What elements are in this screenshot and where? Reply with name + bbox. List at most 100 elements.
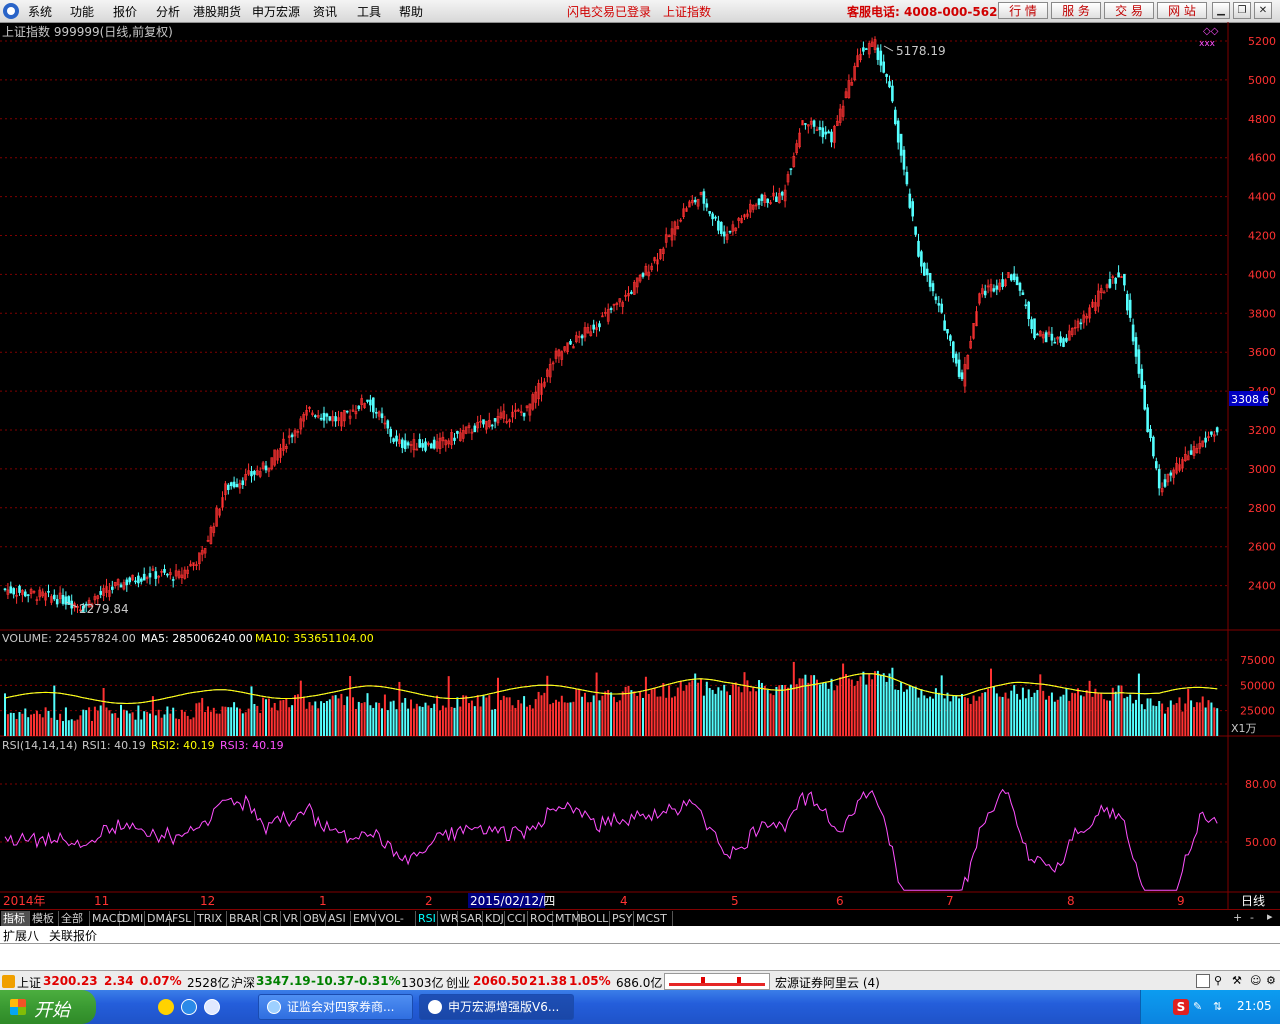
menu-news[interactable]: 资讯: [313, 3, 337, 20]
tab-sar[interactable]: SAR: [458, 911, 483, 926]
candle-body: [290, 434, 294, 438]
candle-body: [885, 74, 888, 77]
volume-bar: [172, 707, 175, 736]
signal-icon[interactable]: ⚲: [1214, 974, 1222, 987]
menu-hk-futures[interactable]: 港股期货: [193, 3, 241, 20]
tab-kdj[interactable]: KDJ: [483, 911, 505, 926]
tab-模板[interactable]: 模板: [30, 911, 59, 926]
tab-fsl[interactable]: FSL: [170, 911, 195, 926]
tab-mcst[interactable]: MCST: [634, 911, 673, 926]
tab-cci[interactable]: CCI: [505, 911, 528, 926]
volume-bar: [943, 698, 946, 736]
menu-analysis[interactable]: 分析: [156, 3, 180, 20]
tab-roc[interactable]: ROC: [528, 911, 554, 926]
price-tick-label: 2400: [1248, 580, 1276, 593]
tab-vr[interactable]: VR: [281, 911, 301, 926]
hs-amount: 1303亿: [401, 976, 444, 990]
trade-button[interactable]: 交 易: [1104, 2, 1154, 19]
candle-body: [862, 47, 865, 52]
tab-emv[interactable]: EMV: [351, 911, 377, 926]
volume-bar: [708, 688, 711, 736]
user-icon[interactable]: ☺: [1250, 974, 1261, 987]
settings-icon[interactable]: ⚙: [1266, 974, 1276, 987]
cy-price: 2060.50: [473, 974, 528, 988]
restore-icon[interactable]: ❐: [1233, 2, 1251, 19]
volume-bar: [908, 685, 911, 736]
candle-body: [1189, 450, 1193, 455]
quicklaunch-icon[interactable]: [158, 999, 174, 1015]
volume-bar: [1149, 698, 1152, 736]
subtab-related-quote[interactable]: 关联报价: [49, 927, 97, 944]
candle-body: [827, 131, 830, 134]
tab-boll[interactable]: BOLL: [578, 911, 610, 926]
menu-swhy[interactable]: 申万宏源: [252, 3, 300, 20]
login-status: 闪电交易已登录: [567, 5, 652, 19]
candle-body: [818, 127, 822, 130]
volume-bar: [642, 697, 644, 736]
sogou-ime-icon[interactable]: S: [1173, 999, 1189, 1015]
plus-icon[interactable]: +: [1233, 911, 1242, 924]
volume-bar: [1091, 696, 1094, 736]
price-tick-label: 3200: [1248, 424, 1276, 437]
tab-dmi[interactable]: DMI: [120, 911, 145, 926]
volume-bar: [120, 704, 122, 736]
candle-body: [389, 428, 393, 437]
website-button[interactable]: 网 站: [1157, 2, 1207, 19]
minus-icon[interactable]: -: [1250, 911, 1254, 924]
tab-cr[interactable]: CR: [261, 911, 281, 926]
menu-help[interactable]: 帮助: [399, 3, 423, 20]
price-tick-label: 2600: [1248, 541, 1276, 554]
tab-mtm[interactable]: MTM: [553, 911, 581, 926]
max-price-pointer: [883, 45, 894, 52]
tab-obv[interactable]: OBV: [301, 911, 326, 926]
volume-bar: [383, 694, 386, 736]
tab-trix[interactable]: TRIX: [195, 911, 227, 926]
window-icon[interactable]: [1196, 974, 1210, 988]
tab-dma[interactable]: DMA: [145, 911, 173, 926]
tab-brar[interactable]: BRAR: [227, 911, 261, 926]
candle-body: [899, 133, 903, 156]
volume-bar: [372, 707, 375, 736]
network-icon[interactable]: ⇅: [1213, 1000, 1227, 1014]
volume-bar: [697, 682, 700, 736]
volume-bar: [566, 702, 569, 736]
tab-指标[interactable]: 指标: [1, 911, 30, 926]
price-tick-label: 5000: [1248, 74, 1276, 87]
task-news[interactable]: 证监会对四家券商...: [258, 994, 413, 1020]
rsi-line: [4, 788, 1218, 891]
tools-icon[interactable]: ⚒: [1232, 974, 1242, 987]
volume-bar: [1071, 692, 1074, 736]
service-button[interactable]: 服 务: [1051, 2, 1101, 19]
task-swhy-app[interactable]: 申万宏源增强版V6...: [419, 994, 574, 1020]
period-label[interactable]: 日线: [1241, 894, 1265, 908]
menu-quote[interactable]: 报价: [113, 3, 137, 20]
candle-body: [995, 285, 999, 290]
menu-system[interactable]: 系统: [28, 3, 52, 20]
volume-bar: [575, 689, 578, 736]
volume-bar: [1010, 690, 1013, 736]
tab-rsi[interactable]: RSI: [416, 911, 438, 926]
volume-bar: [946, 692, 949, 736]
menu-function[interactable]: 功能: [70, 3, 94, 20]
minimize-icon[interactable]: ▁: [1212, 2, 1230, 19]
scroll-right-icon[interactable]: ▸: [1267, 910, 1273, 923]
market-button[interactable]: 行 情: [998, 2, 1048, 19]
volume-bar: [485, 697, 488, 736]
subtab-extension[interactable]: 扩展八: [3, 927, 39, 944]
start-button[interactable]: 开始: [0, 990, 96, 1024]
candle-body: [1065, 337, 1068, 342]
tab-wr[interactable]: WR: [438, 911, 459, 926]
tab-psy[interactable]: PSY: [610, 911, 634, 926]
candle-body: [345, 410, 349, 413]
kline-chart[interactable]: 5200500048004600440042004000380036003400…: [0, 22, 1280, 909]
pen-icon[interactable]: ✎: [1193, 1000, 1207, 1014]
ie-icon[interactable]: [181, 999, 197, 1015]
volume-bar: [691, 680, 694, 736]
menu-tools[interactable]: 工具: [357, 3, 381, 20]
tab-vol-tdx[interactable]: VOL-TDX: [376, 911, 416, 940]
tab-全部[interactable]: 全部: [59, 911, 90, 926]
tab-asi[interactable]: ASI: [326, 911, 351, 926]
tab-macd[interactable]: MACD: [90, 911, 125, 926]
media-icon[interactable]: [204, 999, 220, 1015]
close-icon[interactable]: ✕: [1254, 2, 1272, 19]
